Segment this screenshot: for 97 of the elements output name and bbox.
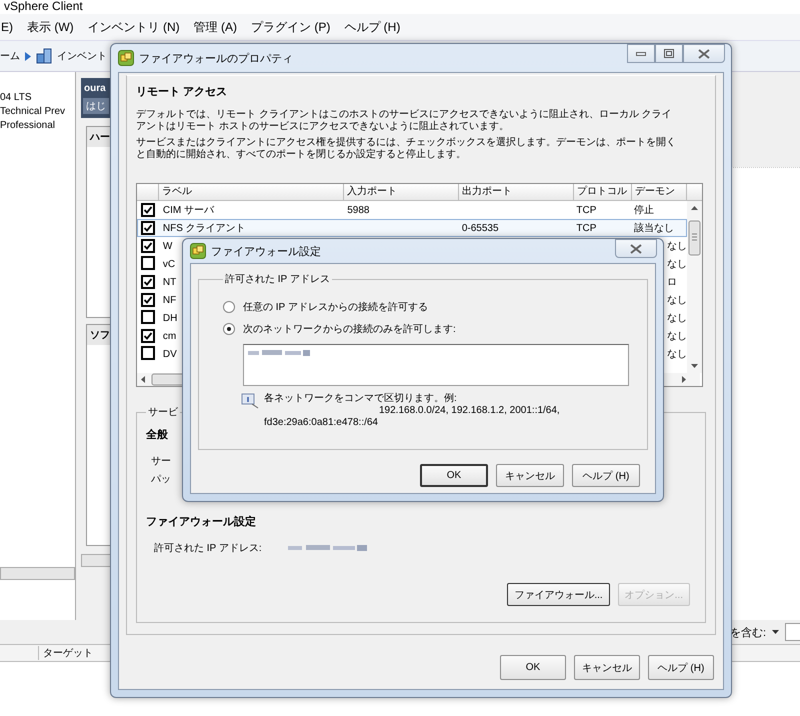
table-cell: 停止	[634, 205, 654, 216]
group-title: 許可された IP アドレス	[224, 272, 331, 286]
redacted-text	[248, 349, 310, 357]
dialog-button[interactable]: キャンセル	[496, 464, 564, 487]
field-label: 許可された IP アドレス:	[154, 542, 263, 555]
checkbox[interactable]	[141, 274, 155, 288]
menu-item[interactable]: 表示 (W)	[27, 18, 74, 36]
table-cell: TCP	[576, 222, 596, 234]
minimize-icon	[636, 52, 646, 56]
table-cell: なし	[667, 241, 686, 252]
section-heading: リモート アクセス	[136, 85, 228, 99]
hint-text: 各ネットワークをコンマで区切ります。例:	[264, 393, 458, 405]
radio-button[interactable]	[223, 323, 235, 335]
network-field[interactable]	[243, 344, 629, 386]
app-icon	[118, 50, 134, 66]
table-cell: DH	[162, 312, 178, 324]
dialog-button[interactable]: ヘルプ (H)	[572, 464, 640, 487]
table-cell: TCP	[576, 204, 596, 216]
dialog-button[interactable]: キャンセル	[574, 655, 640, 680]
table-cell: なし	[667, 259, 686, 270]
horizontal-scrollbar[interactable]	[0, 567, 75, 580]
checkbox[interactable]	[141, 238, 155, 252]
inventory-icon	[36, 48, 52, 64]
breadcrumb-item[interactable]: インベント	[57, 49, 107, 63]
table-cell: 5988	[347, 204, 370, 216]
maximize-icon	[664, 49, 674, 58]
group-title: サービ	[147, 406, 179, 419]
table-cell: CIM サーバ	[162, 205, 214, 216]
filter-label: を含む:	[730, 626, 766, 640]
column-header[interactable]: 入力ポート	[344, 184, 459, 200]
table-cell: NFS クライアント	[162, 223, 246, 234]
info-icon	[241, 393, 259, 409]
table-row[interactable]: NFS クライアント 0-65535 TCP 該当なし	[137, 219, 687, 237]
table-cell: なし	[667, 349, 686, 360]
menu-item[interactable]: ヘルプ (H)	[344, 18, 400, 36]
radio-button[interactable]	[223, 301, 235, 313]
arrow-icon	[25, 52, 31, 60]
close-icon	[698, 48, 710, 58]
checkbox[interactable]	[141, 328, 155, 342]
filter-field[interactable]	[785, 623, 800, 641]
table-cell: vC	[162, 258, 176, 270]
column-header[interactable]: 出力ポート	[459, 184, 574, 200]
checkbox[interactable]	[141, 202, 155, 216]
breadcrumb-item[interactable]: ーム	[0, 49, 20, 63]
checkbox[interactable]	[141, 220, 155, 234]
menu-item[interactable]: 管理 (A)	[194, 18, 237, 36]
table-cell: なし	[667, 331, 686, 342]
app-icon	[190, 243, 206, 259]
table-row[interactable]: CIM サーバ 5988 TCP 停止	[137, 201, 687, 219]
description-text: デフォルトでは、リモート クライアントはこのホストのサービスにアクセスできないように阻止され、ローカル クライアントはリモート ホストのサービスにアクセスできないように阻止されています。	[136, 109, 673, 133]
close-icon	[630, 244, 642, 254]
table-cell: cm	[162, 330, 176, 342]
hint-text: fd3e:29a6:0a81:e478::/64	[264, 417, 379, 429]
checkbox[interactable]	[141, 346, 155, 360]
checkbox[interactable]	[141, 292, 155, 306]
field-label: パッ	[151, 473, 171, 486]
column-header[interactable]: ラベル	[159, 184, 344, 200]
table-cell: ロ	[667, 277, 678, 288]
table-cell: 該当なし	[634, 223, 674, 234]
menu-item[interactable]: プラグイン (P)	[251, 18, 330, 36]
close-button[interactable]	[683, 44, 725, 63]
description-text: サービスまたはクライアントにアクセス権を提供するには、チェックボックスを選択します。デーモンは、ポートを開くと自動的に開始され、すべてのポートを閉じるか設定すると停止します。	[136, 137, 676, 161]
inventory-item[interactable]: 04 LTS	[0, 92, 75, 103]
column-header[interactable]: プロトコル	[574, 184, 632, 200]
dialog-button[interactable]: ヘルプ (H)	[648, 655, 714, 680]
inventory-item[interactable]: Technical Prev	[0, 106, 75, 117]
section-heading: ファイアウォール設定	[146, 514, 257, 529]
table-cell: なし	[667, 313, 686, 324]
dialog-button[interactable]: OK	[420, 464, 488, 487]
table-cell: W	[162, 240, 172, 252]
tab[interactable]: はじ	[83, 98, 109, 114]
radio-label[interactable]: 任意の IP アドレスからの接続を許可する	[243, 300, 428, 314]
column-header[interactable]: デーモン	[632, 184, 687, 200]
close-button[interactable]	[615, 239, 657, 258]
menu-item[interactable]: インベントリ (N)	[88, 18, 180, 36]
table-cell: DV	[162, 348, 177, 360]
table-cell: なし	[667, 295, 686, 306]
dialog-button[interactable]: ファイアウォール...	[507, 583, 610, 606]
column-header[interactable]: ターゲット	[38, 646, 93, 660]
checkbox[interactable]	[141, 310, 155, 324]
caret-icon[interactable]	[772, 630, 779, 634]
menu-item[interactable]: E)	[1, 20, 13, 34]
checkbox[interactable]	[141, 256, 155, 270]
window-title: ファイアウォールのプロパティ	[139, 52, 293, 66]
table-cell: NF	[162, 294, 176, 306]
hint-text: 192.168.0.0/24, 192.168.1.2, 2001::1/64,	[378, 405, 560, 417]
radio-label[interactable]: 次のネットワークからの接続のみを許可します:	[243, 322, 456, 336]
table-cell: 0-65535	[462, 222, 499, 234]
table-cell: NT	[162, 276, 176, 288]
field-label: サー	[151, 455, 171, 468]
vertical-scrollbar[interactable]	[687, 201, 702, 373]
inventory-item[interactable]: Professional	[0, 120, 75, 131]
window-title: ファイアウォール設定	[211, 244, 321, 258]
section-heading: 全般	[146, 428, 169, 442]
maximize-button[interactable]	[655, 44, 683, 63]
minimize-button[interactable]	[627, 44, 655, 63]
dialog-button[interactable]: OK	[500, 655, 566, 680]
